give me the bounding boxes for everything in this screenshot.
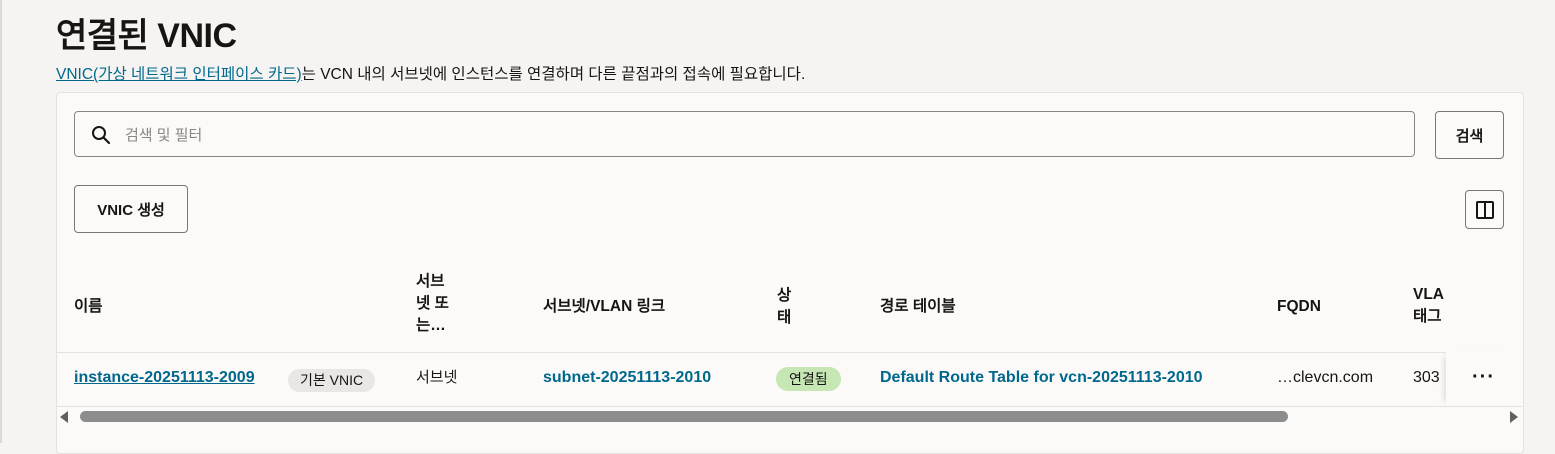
horizontal-scrollbar[interactable] [60, 410, 1520, 424]
column-settings-button[interactable] [1465, 190, 1504, 229]
header-route-table[interactable]: 경로 테이블 [880, 296, 956, 318]
vnic-name-link[interactable]: instance-20251113-2009 [74, 367, 255, 389]
scroll-thumb[interactable] [80, 411, 1288, 422]
header-vlan-tag-text: VLA 태그 [1413, 286, 1444, 325]
create-vnic-button[interactable]: VNIC 생성 [74, 185, 188, 233]
search-button[interactable]: 검색 [1435, 111, 1504, 159]
page-description: VNIC(가상 네트워크 인터페이스 카드)는 VCN 내의 서브넷에 인스턴스… [56, 62, 805, 84]
row-actions-menu-icon[interactable]: ··· [1472, 366, 1495, 389]
header-subnet-or-text: 서브 넷 또 는… [416, 273, 449, 334]
header-vlan-tag[interactable]: VLA 태그 [1413, 284, 1446, 328]
description-text: 는 VCN 내의 서브넷에 인스턴스를 연결하며 다른 끝점과의 접속에 필요합… [301, 66, 806, 83]
search-input[interactable] [123, 122, 1397, 148]
status-badge: 연결됨 [776, 367, 841, 391]
row-divider [57, 406, 1522, 407]
header-status[interactable]: 상 태 [777, 285, 791, 329]
route-table-link[interactable]: Default Route Table for vcn-20251113-201… [880, 367, 1203, 389]
primary-vnic-badge: 기본 VNIC [288, 369, 376, 392]
header-subnet-or[interactable]: 서브 넷 또 는… [416, 271, 456, 337]
header-name[interactable]: 이름 [74, 296, 103, 318]
columns-icon [1475, 200, 1494, 219]
header-subnet-link[interactable]: 서브넷/VLAN 링크 [543, 296, 665, 318]
vlan-tag-value: 303 [1413, 369, 1440, 386]
vnic-doc-link[interactable]: VNIC(가상 네트워크 인터페이스 카드) [56, 66, 302, 83]
left-rail [0, 0, 2, 443]
header-fqdn[interactable]: FQDN [1277, 296, 1321, 318]
header-divider [57, 352, 1522, 353]
scroll-left-arrow-icon[interactable] [60, 411, 68, 423]
fqdn-value: …clevcn.com [1277, 369, 1374, 386]
header-status-text: 상 태 [777, 287, 792, 326]
scroll-right-arrow-icon[interactable] [1510, 411, 1518, 423]
search-bar[interactable] [74, 111, 1415, 157]
page-title: 연결된 VNIC [56, 17, 237, 55]
search-icon [92, 126, 111, 145]
subnet-type: 서브넷 [416, 369, 458, 386]
subnet-link[interactable]: subnet-20251113-2010 [543, 367, 711, 389]
